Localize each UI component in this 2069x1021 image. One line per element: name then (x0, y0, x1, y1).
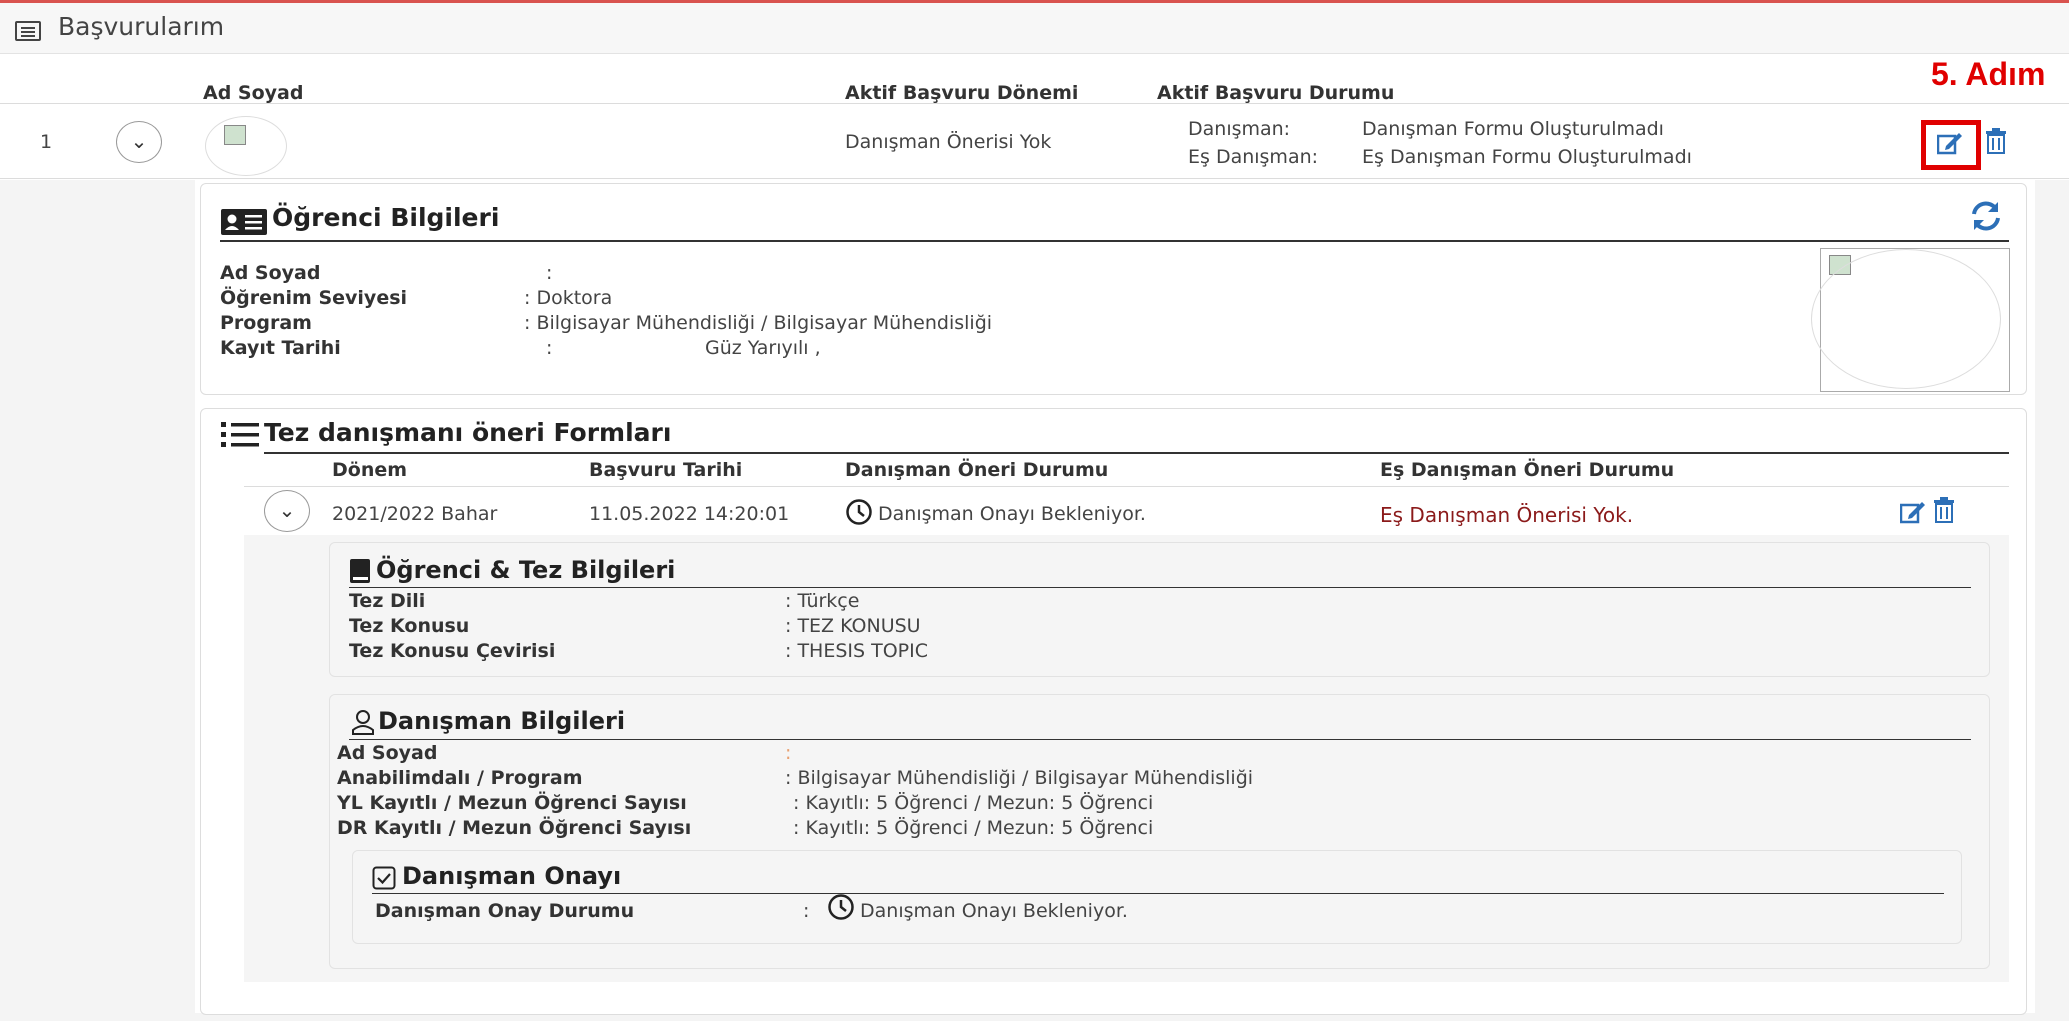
avatar (205, 116, 287, 176)
checkbox-checked-icon (372, 866, 396, 890)
col-header-period: Aktif Başvuru Dönemi (845, 82, 1079, 104)
thesis-value-language: : Türkçe (785, 590, 860, 612)
student-value-reg-semester: Güz Yarıyılı , (705, 337, 821, 359)
advisor-value-department: : Bilgisayar Mühendisliği / Bilgisayar M… (785, 767, 1254, 789)
forms-col-co-advisor-status: Eş Danışman Öneri Durumu (1380, 459, 1675, 481)
approval-label: Danışman Onay Durumu (375, 900, 635, 922)
page-titlebar: Başvurularım (0, 3, 2069, 54)
list-icon (15, 21, 41, 41)
step-highlight-box (1921, 120, 1981, 170)
thesis-value-topic: : TEZ KONUSU (785, 615, 921, 637)
student-value-name: : (546, 262, 553, 284)
row-divider (0, 178, 2069, 179)
chevron-down-icon: ⌄ (278, 497, 296, 522)
page-title: Başvurularım (58, 12, 225, 41)
advisor-label-name: Ad Soyad (337, 742, 438, 764)
row-index: 1 (40, 131, 53, 153)
forms-row-co-advisor-status: Eş Danışman Önerisi Yok. (1380, 503, 1634, 527)
book-icon (350, 559, 370, 583)
expand-form-button[interactable]: ⌄ (264, 490, 310, 532)
thesis-label-topic: Tez Konusu (349, 615, 470, 637)
clock-icon (846, 499, 872, 525)
advisor-info-rule (349, 739, 1971, 740)
col-header-status: Aktif Başvuru Durumu (1157, 82, 1395, 104)
row-advisor-label: Danışman: (1188, 118, 1291, 140)
col-header-name: Ad Soyad (203, 82, 304, 104)
advisor-label-department: Anabilimdalı / Program (337, 767, 583, 789)
advisor-approval-title: Danışman Onayı (402, 862, 622, 890)
broken-image-icon (224, 125, 246, 145)
expanded-area-right (2035, 180, 2069, 1021)
advisor-value-name: : (785, 742, 792, 764)
user-icon (352, 710, 374, 735)
advisor-forms-rule (264, 452, 2009, 454)
student-label-name: Ad Soyad (220, 262, 321, 284)
student-value-reg-date: : (546, 337, 553, 359)
expand-row-button[interactable]: ⌄ (116, 121, 162, 163)
header-divider (0, 103, 2069, 104)
advisor-label-phd-students: DR Kayıtlı / Mezun Öğrenci Sayısı (337, 817, 692, 839)
row-period-value: Danışman Önerisi Yok (845, 131, 1052, 153)
thesis-value-translation: : THESIS TOPIC (785, 640, 928, 662)
row-co-advisor-status: Eş Danışman Formu Oluşturulmadı (1362, 146, 1692, 168)
approval-colon: : (803, 900, 810, 922)
student-value-program: : Bilgisayar Mühendisliği / Bilgisayar M… (524, 312, 993, 334)
student-info-title: Öğrenci Bilgileri (272, 203, 500, 232)
forms-row-advisor-status: Danışman Onayı Bekleniyor. (878, 503, 1146, 525)
id-card-icon (221, 209, 267, 235)
advisor-approval-rule (372, 893, 1944, 894)
expanded-area-left (0, 180, 195, 1021)
student-info-rule (220, 240, 2009, 242)
delete-icon[interactable] (1933, 497, 1955, 523)
step-annotation: 5. Adım (1931, 56, 2046, 92)
thesis-info-title: Öğrenci & Tez Bilgileri (376, 556, 676, 584)
student-value-level: : Doktora (524, 287, 613, 309)
approval-value: Danışman Onayı Bekleniyor. (860, 900, 1128, 922)
advisor-value-phd-students: : Kayıtlı: 5 Öğrenci / Mezun: 5 Öğrenci (793, 817, 1154, 839)
chevron-down-icon: ⌄ (130, 128, 148, 153)
thesis-info-rule (349, 587, 1971, 588)
advisor-forms-title: Tez danışmanı öneri Formları (264, 418, 672, 447)
delete-icon[interactable] (1985, 128, 2007, 154)
forms-col-period: Dönem (332, 459, 408, 481)
refresh-icon[interactable] (1969, 200, 2003, 232)
student-label-reg-date: Kayıt Tarihi (220, 337, 341, 359)
student-label-level: Öğrenim Seviyesi (220, 287, 408, 309)
forms-col-date: Başvuru Tarihi (589, 459, 743, 481)
thesis-label-translation: Tez Konusu Çevirisi (349, 640, 556, 662)
forms-row-date: 11.05.2022 14:20:01 (589, 503, 790, 525)
edit-icon[interactable] (1900, 500, 1926, 524)
advisor-info-title: Danışman Bilgileri (378, 707, 626, 735)
forms-row-period: 2021/2022 Bahar (332, 503, 498, 525)
forms-col-advisor-status: Danışman Öneri Durumu (845, 459, 1109, 481)
list-ul-icon (221, 422, 259, 447)
advisor-label-ms-students: YL Kayıtlı / Mezun Öğrenci Sayısı (337, 792, 687, 814)
row-co-advisor-label: Eş Danışman: (1188, 146, 1319, 168)
advisor-value-ms-students: : Kayıtlı: 5 Öğrenci / Mezun: 5 Öğrenci (793, 792, 1154, 814)
student-photo (1811, 248, 2010, 392)
student-label-program: Program (220, 312, 312, 334)
row-advisor-status: Danışman Formu Oluşturulmadı (1362, 118, 1664, 140)
clock-icon (828, 894, 854, 920)
thesis-label-language: Tez Dili (349, 590, 426, 612)
